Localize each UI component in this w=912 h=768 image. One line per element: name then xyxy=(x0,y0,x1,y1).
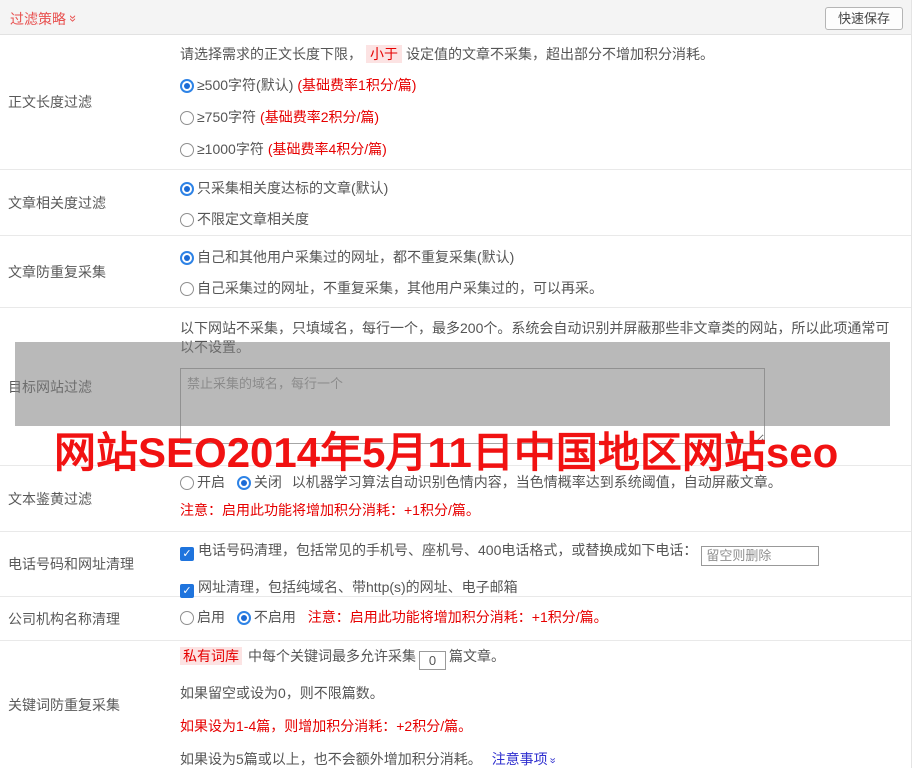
company-clean-warning: 注意：启用此功能将增加积分消耗：+1积分/篇。 xyxy=(307,609,608,625)
radio-icon[interactable] xyxy=(180,611,194,625)
row-content-keyword-dedup: 私有词库中每个关键词最多允许采集 篇文章。 如果留空或设为0，则不限篇数。 如果设… xyxy=(180,641,911,768)
row-label-content-length: 正文长度过滤 xyxy=(8,94,92,110)
radio-icon[interactable] xyxy=(180,282,194,296)
company-clean-options: 启用 不启用 注意：启用此功能将增加积分消耗：+1积分/篇。 xyxy=(180,608,911,627)
row-content-company-clean: 启用 不启用 注意：启用此功能将增加积分消耗：+1积分/篇。 xyxy=(180,597,911,640)
option-label: 网址清理，包括纯域名、带http(s)的网址、电子邮箱 xyxy=(198,578,518,595)
option-label: ≥500字符(默认) xyxy=(197,77,294,93)
option-dedup-self-only[interactable]: 自己采集过的网址，不重复采集，其他用户采集过的，可以再采。 xyxy=(180,279,911,298)
option-cost-note: (基础费率4积分/篇) xyxy=(267,141,387,157)
header-bar: 过滤策略» 快速保存 xyxy=(0,0,911,35)
filter-strategy-page: 过滤策略» 快速保存 正文长度过滤 请选择需求的正文长度下限， 小于 设定值的文章不… xyxy=(0,0,912,768)
row-label-company-clean: 公司机构名称清理 xyxy=(8,610,120,627)
notice-link-text: 注意事项 xyxy=(491,751,548,767)
private-lexicon-badge[interactable]: 私有词库 xyxy=(180,647,242,665)
row-label-dedup: 文章防重复采集 xyxy=(8,263,106,280)
radio-icon[interactable] xyxy=(180,251,194,265)
option-relevance-any[interactable]: 不限定文章相关度 xyxy=(180,210,911,229)
max-articles-input[interactable] xyxy=(419,651,446,670)
checkbox-icon[interactable] xyxy=(180,547,194,561)
chevron-down-icon: » xyxy=(546,757,559,764)
option-label: 不限定文章相关度 xyxy=(197,211,309,227)
row-relevance: 文章相关度过滤 只采集相关度达标的文章(默认) 不限定文章相关度 xyxy=(0,170,911,236)
option-500-chars[interactable]: ≥500字符(默认) (基础费率1积分/篇) xyxy=(180,76,911,95)
notice-link[interactable]: 注意事项» xyxy=(491,751,559,767)
option-1000-chars[interactable]: ≥1000字符 (基础费率4积分/篇) xyxy=(180,140,911,159)
option-label: 不启用 xyxy=(253,609,296,625)
row-label-relevance: 文章相关度过滤 xyxy=(8,194,106,211)
option-dedup-all-users[interactable]: 自己和其他用户采集过的网址，都不重复采集(默认) xyxy=(180,248,911,267)
limit-text-mid: 中每个关键词最多允许采集 xyxy=(248,648,416,664)
less-than-badge: 小于 xyxy=(366,45,402,63)
gray-selection-overlay xyxy=(15,342,890,426)
chevron-down-icon: » xyxy=(66,14,82,23)
content-length-intro: 请选择需求的正文长度下限， 小于 设定值的文章不采集，超出部分不增加积分消耗。 xyxy=(180,45,911,64)
intro-pre: 请选择需求的正文长度下限， xyxy=(180,46,362,62)
row-keyword-dedup: 关键词防重复采集 私有词库中每个关键词最多允许采集 篇文章。 如果留空或设为0，则… xyxy=(0,641,911,768)
option-company-enable[interactable]: 启用 xyxy=(180,609,225,625)
option-relevance-only[interactable]: 只采集相关度达标的文章(默认) xyxy=(180,179,911,198)
option-750-chars[interactable]: ≥750字符 (基础费率2积分/篇) xyxy=(180,108,911,127)
keyword-note-cost: 如果设为1-4篇，则增加积分消耗：+2积分/篇。 xyxy=(180,718,473,734)
limit-text-end: 篇文章。 xyxy=(449,648,505,664)
note-five-text: 如果设为5篇或以上，也不会额外增加积分消耗。 xyxy=(180,751,482,767)
radio-icon[interactable] xyxy=(236,611,251,625)
keyword-limit-line: 私有词库中每个关键词最多允许采集 篇文章。 xyxy=(180,647,911,670)
phone-clean-option[interactable]: 电话号码清理，包括常见的手机号、座机号、400电话格式，或替换成如下电话： xyxy=(180,541,911,566)
replacement-phone-input[interactable] xyxy=(701,545,820,566)
option-label: 只采集相关度达标的文章(默认) xyxy=(197,180,389,196)
row-content-length: 正文长度过滤 请选择需求的正文长度下限， 小于 设定值的文章不采集，超出部分不增加积… xyxy=(0,35,911,170)
option-company-disable[interactable]: 不启用 xyxy=(236,609,296,625)
option-label: 自己和其他用户采集过的网址，都不重复采集(默认) xyxy=(197,249,515,265)
row-content-dedup: 自己和其他用户采集过的网址，都不重复采集(默认) 自己采集过的网址，不重复采集，… xyxy=(180,236,911,307)
radio-icon[interactable] xyxy=(180,79,194,93)
radio-icon[interactable] xyxy=(180,111,194,125)
keyword-note-zero: 如果留空或设为0，则不限篇数。 xyxy=(180,685,384,701)
option-cost-note: (基础费率1积分/篇) xyxy=(297,77,417,93)
checkbox-icon[interactable] xyxy=(180,583,194,598)
intro-post: 设定值的文章不采集，超出部分不增加积分消耗。 xyxy=(406,46,714,62)
keyword-note-five: 如果设为5篇或以上，也不会额外增加积分消耗。 注意事项» xyxy=(180,750,911,768)
row-content-content-length: 请选择需求的正文长度下限， 小于 设定值的文章不采集，超出部分不增加积分消耗。 ≥5… xyxy=(180,35,911,169)
option-label: ≥750字符 xyxy=(197,109,257,125)
row-label-keyword-dedup: 关键词防重复采集 xyxy=(8,696,120,713)
row-label-phone-url-clean: 电话号码和网址清理 xyxy=(8,556,134,572)
option-label: 启用 xyxy=(197,609,225,625)
row-content-relevance: 只采集相关度达标的文章(默认) 不限定文章相关度 xyxy=(180,170,911,235)
row-content-phone-url-clean: 电话号码清理，包括常见的手机号、座机号、400电话格式，或替换成如下电话： 网址… xyxy=(180,532,911,598)
page-title-text: 过滤策略 xyxy=(10,11,66,27)
quick-save-button[interactable]: 快速保存 xyxy=(824,7,903,30)
row-company-clean: 公司机构名称清理 启用 不启用 注意：启用此功能将增加积分消耗：+1积分/篇。 xyxy=(0,597,911,641)
row-dedup: 文章防重复采集 自己和其他用户采集过的网址，都不重复采集(默认) 自己采集过的网… xyxy=(0,236,911,308)
porn-filter-warning: 注意：启用此功能将增加积分消耗：+1积分/篇。 xyxy=(180,502,480,518)
radio-icon[interactable] xyxy=(180,182,194,196)
radio-icon[interactable] xyxy=(180,213,194,227)
row-phone-url-clean: 电话号码和网址清理 电话号码清理，包括常见的手机号、座机号、400电话格式，或替… xyxy=(0,532,911,598)
option-label: ≥1000字符 xyxy=(197,141,264,157)
radio-icon[interactable] xyxy=(180,143,194,157)
option-label: 自己采集过的网址，不重复采集，其他用户采集过的，可以再采。 xyxy=(197,280,603,296)
red-watermark-text: 网站SEO2014年5月11日中国地区网站seo xyxy=(54,429,839,476)
url-clean-option[interactable]: 网址清理，包括纯域名、带http(s)的网址、电子邮箱 xyxy=(180,578,911,598)
option-label: 电话号码清理，包括常见的手机号、座机号、400电话格式，或替换成如下电话： xyxy=(198,542,698,558)
page-title[interactable]: 过滤策略» xyxy=(10,9,81,29)
option-cost-note: (基础费率2积分/篇) xyxy=(260,109,380,125)
